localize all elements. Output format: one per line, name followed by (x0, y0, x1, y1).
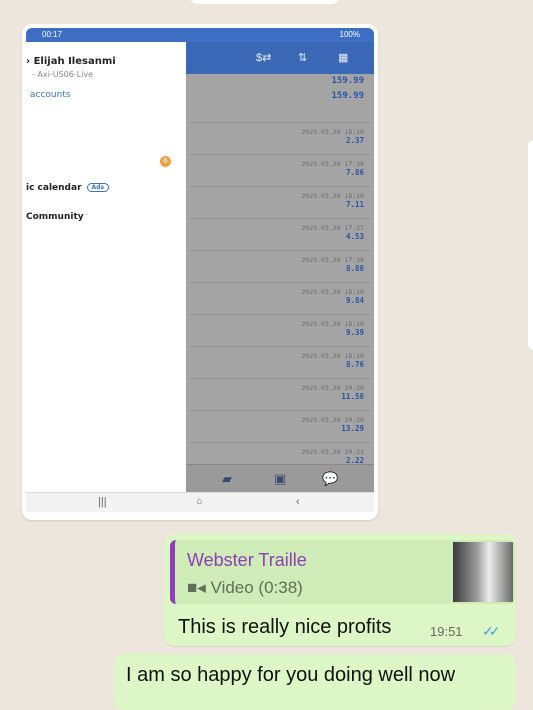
total-balance: 159.99 (331, 91, 364, 101)
manage-accounts-link: accounts (30, 90, 71, 100)
outgoing-message-bubble[interactable]: I am so happy for you doing well now (114, 654, 516, 710)
trade-row: 2023.03.28 20:20 13.29 (186, 410, 374, 442)
reply-message-bubble[interactable]: Webster Traille ■◂ Video (0:38) This is … (164, 534, 516, 646)
total-profit: 159.99 (331, 76, 364, 86)
message-text: This is really nice profits (178, 616, 392, 638)
trade-date: 2023.03.28 17:27 (301, 224, 364, 232)
trade-date: 2023.03.28 18:16 (301, 128, 364, 136)
notification-count-badge: 6 (160, 156, 171, 167)
trade-row: 2023.03.28 18:16 9.84 (186, 282, 374, 314)
android-navigation-bar: ||| ○ ‹ (26, 492, 374, 512)
trade-row: 2023.03.28 18:16 9.39 (186, 314, 374, 346)
home-icon: ○ (196, 496, 203, 508)
previous-message-edge (190, 0, 340, 4)
quoted-sender: Webster Traille (187, 550, 307, 570)
calendar-icon: ▦ (338, 52, 349, 64)
back-icon: ‹ (296, 496, 300, 508)
recents-icon: ||| (98, 496, 107, 508)
sort-icon: ⇅ (298, 52, 308, 64)
trade-profit: 7.86 (345, 168, 364, 177)
quoted-message[interactable]: Webster Traille ■◂ Video (0:38) (170, 540, 515, 604)
trade-tab-icon: ▰ (222, 471, 232, 486)
phone-status-bar: 00:17 100% (26, 28, 374, 42)
trade-row: 2023.03.28 17:27 4.53 (186, 218, 374, 250)
trade-date: 2023.03.28 18:16 (301, 320, 364, 328)
trade-profit: 13.29 (341, 424, 364, 433)
trade-profit: 8.76 (345, 360, 364, 369)
trade-profit: 9.84 (345, 296, 364, 305)
quoted-media-label: ■◂ Video (0:38) (187, 578, 303, 598)
trade-row: 2023.03.28 20:20 11.58 (186, 378, 374, 410)
read-receipt-icon: ✓✓ (482, 623, 501, 639)
history-tab-icon: ▣ (274, 471, 287, 486)
battery-level: 100% (339, 30, 360, 39)
quoted-media-text: Video (0:38) (210, 578, 303, 597)
trade-date: 2023.03.28 20:20 (301, 384, 364, 392)
trade-date: 2023.03.28 20:21 (301, 448, 364, 456)
drawer-account-server: - Axi-US06-Live (32, 70, 94, 79)
trade-row: 2023.03.28 18:16 2.37 (186, 122, 374, 154)
trade-row: 2023.03.28 18:16 8.76 (186, 346, 374, 378)
trade-profit: 4.53 (345, 232, 364, 241)
trade-row: 2023.03.28 17:38 7.86 (186, 154, 374, 186)
trade-date: 2023.03.28 18:16 (301, 288, 364, 296)
drawer-item-community: Community (26, 212, 84, 222)
trade-profit: 2.37 (345, 136, 364, 145)
image-message-bubble[interactable]: 00:17 100% › Elijah Ilesanmi - Axi-US06-… (22, 24, 378, 520)
side-panel-handle[interactable] (528, 140, 533, 350)
app-bottom-navigation: ▰ ▣ 💬 (186, 464, 374, 493)
trade-date: 2023.03.28 20:20 (301, 416, 364, 424)
drawer-item-label: ic calendar (26, 183, 82, 193)
trade-date: 2023.03.28 18:16 (301, 192, 364, 200)
history-totals: 159.99 159.99 (331, 74, 364, 104)
trade-profit: 8.88 (345, 264, 364, 273)
history-panel-dimmed: $⇄ ⇅ ▦ 159.99 159.99 2023.03.28 18:16 2.3… (186, 42, 374, 493)
trade-date: 2023.03.28 17:38 (301, 160, 364, 168)
video-icon: ■◂ (187, 578, 211, 597)
history-toolbar: $⇄ ⇅ ▦ (186, 42, 374, 74)
shared-screenshot[interactable]: 00:17 100% › Elijah Ilesanmi - Axi-US06-… (26, 28, 374, 512)
trade-date: 2023.03.28 18:16 (301, 352, 364, 360)
navigation-drawer: › Elijah Ilesanmi - Axi-US06-Live accoun… (26, 42, 186, 492)
trade-history-list: 2023.03.28 18:16 2.37 2023.03.28 17:38 7.8… (186, 122, 374, 474)
trade-date: 2023.03.28 17:38 (301, 256, 364, 264)
trade-row: 2023.03.28 18:16 7.11 (186, 186, 374, 218)
status-time: 00:17 (42, 30, 63, 39)
dollar-exchange-icon: $⇄ (256, 52, 272, 64)
trade-profit: 7.11 (345, 200, 364, 209)
trade-profit: 9.39 (345, 328, 364, 337)
drawer-user-name: › Elijah Ilesanmi (26, 56, 116, 67)
video-thumbnail[interactable] (453, 542, 513, 602)
ads-badge: Ads (86, 183, 110, 192)
trade-profit: 11.58 (341, 392, 364, 401)
message-time: 19:51 (430, 624, 463, 639)
drawer-item-economic-calendar: ic calendar Ads (26, 183, 110, 193)
message-text: I am so happy for you doing well now (126, 664, 456, 686)
trade-row: 2023.03.28 17:38 8.88 (186, 250, 374, 282)
messages-tab-icon: 💬 (322, 471, 339, 486)
